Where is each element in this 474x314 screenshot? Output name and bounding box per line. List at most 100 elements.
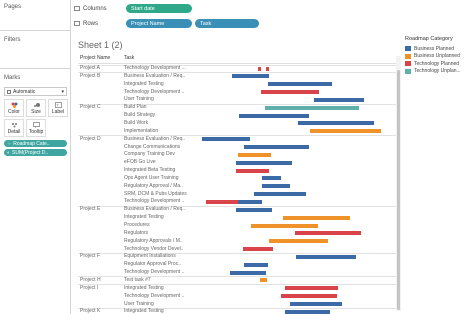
task-cell[interactable]: Implementation [124,128,200,134]
gantt-bar[interactable] [296,254,356,259]
gantt-bar[interactable] [260,278,267,283]
task-cell[interactable]: Technology Vendor Devel.. [124,246,200,252]
gantt-bar[interactable] [265,105,359,110]
task-cell[interactable]: Technology Development .. [124,293,200,299]
roadmap-category-pill[interactable]: ⁘ Roadmap Cate.. [4,140,67,147]
gantt-bar[interactable] [298,121,374,126]
gantt-bar[interactable] [295,231,361,236]
gantt-bar[interactable] [266,66,269,71]
detail-button[interactable]: Detail [4,119,24,137]
task-cell[interactable]: Integrated Testing [124,308,200,314]
gantt-bar[interactable] [262,184,290,189]
gantt-bar[interactable] [281,294,337,299]
task-cell[interactable]: Regulator Approval Proc.. [124,261,200,267]
task-cell[interactable]: Business Evaluation / Req.. [124,136,200,142]
gantt-bar[interactable] [314,97,364,102]
task-cell[interactable]: SRM, DCM & Pubs Updates [124,191,200,197]
pages-card[interactable]: Pages [0,0,71,31]
project-name-cell[interactable]: Project I [80,285,122,291]
project-name-cell[interactable]: Project C [80,104,122,110]
task-cell[interactable]: Build Strategy [124,112,200,118]
legend-item[interactable]: Business Planned [405,45,474,53]
gantt-bar[interactable] [239,113,309,118]
task-pill[interactable]: Task [195,19,259,28]
gantt-bar[interactable] [206,199,239,204]
gantt-bar[interactable] [243,247,273,252]
project-name-cell[interactable]: Project A [80,65,122,71]
project-name-cell[interactable]: Project D [80,136,122,142]
task-cell[interactable]: Regulatory Approval / Ma.. [124,183,200,189]
task-cell[interactable]: Change Communications [124,144,200,150]
project-name-cell[interactable]: Project F [80,253,122,259]
scrollbar-thumb[interactable] [397,70,400,310]
gantt-bar[interactable] [238,199,262,204]
task-cell[interactable]: User Training [124,96,200,102]
gantt-bar[interactable] [244,145,309,149]
task-cell[interactable]: Integrated Testing [124,214,200,220]
project-name-cell[interactable]: Project K [80,308,122,314]
project-name-cell[interactable]: Project B [80,73,122,79]
task-cell[interactable]: Procedures [124,222,200,228]
gantt-bar[interactable] [236,160,292,165]
label-button[interactable]: T Label [48,99,68,117]
gantt-bar[interactable] [236,207,272,212]
gantt-bar[interactable] [202,137,250,142]
task-cell[interactable]: Regulatory Approvals / M.. [124,238,200,244]
project-name-cell[interactable]: Project E [80,206,122,212]
project-name-cell[interactable]: Project H [80,277,122,283]
task-cell[interactable]: User Training [124,301,200,307]
header-task[interactable]: Task [124,55,134,61]
legend-item[interactable]: Technology Planned [405,60,474,68]
tooltip-icon [32,122,40,128]
mark-type-dropdown[interactable]: Automatic ▾ [4,87,67,96]
gantt-bar[interactable] [310,129,381,134]
task-cell[interactable]: Build Plan [124,104,200,110]
project-name-pill[interactable]: Project Name [126,19,192,28]
tooltip-button[interactable]: Tooltip [26,119,46,137]
task-cell[interactable]: Technology Development .. [124,269,200,275]
task-cell[interactable]: Technology Development ... [124,65,200,71]
legend-item[interactable]: Technology Unplan... [405,68,474,76]
gantt-bar[interactable] [230,270,266,275]
task-cell[interactable]: Build Work [124,120,200,126]
gantt-bar[interactable] [269,239,328,244]
task-cell[interactable]: Integrated Testing [124,285,200,291]
task-cell[interactable]: Technology Development .. [124,89,200,95]
gantt-bar[interactable] [285,309,330,314]
gantt-bar[interactable] [236,168,269,173]
gantt-bar[interactable] [290,302,342,306]
legend-item[interactable]: Business Unplanned [405,53,474,61]
gantt-bar[interactable] [238,152,271,157]
gantt-bar[interactable] [283,215,350,220]
gantt-bar[interactable] [262,176,281,181]
filters-card[interactable]: Filters [0,33,71,69]
size-button[interactable]: Size [26,99,46,117]
gantt-bar[interactable] [254,192,306,197]
task-cell[interactable]: Business Evaluation / Req.. [124,206,200,212]
task-cell[interactable]: Integrated Beta Testing [124,167,200,173]
sum-project-duration-pill[interactable]: ◐ SUM(Project D.. [4,149,67,156]
gantt-bar[interactable] [261,90,319,95]
size-icon [33,103,40,107]
gantt-bar[interactable] [258,66,261,71]
gantt-bar[interactable] [232,74,269,79]
gantt-bar[interactable] [244,262,268,267]
task-cell[interactable]: Equipment Installations [124,253,200,259]
gantt-bar[interactable] [268,82,332,87]
start-date-pill[interactable]: Start date [126,4,192,13]
task-cell[interactable]: Test task #7 [124,277,200,283]
gantt-bar[interactable] [285,286,338,291]
vertical-scrollbar[interactable] [396,56,401,311]
task-cell[interactable]: Integrated Testing [124,81,200,87]
task-cell[interactable]: Business Evaluation / Req.. [124,73,200,79]
task-cell[interactable]: eFOB Go Live [124,159,200,165]
color-button[interactable]: Color [4,99,24,117]
task-cell[interactable]: Regulators [124,230,200,236]
columns-shelf[interactable]: Columns Start date [74,3,474,14]
gantt-bar[interactable] [251,223,318,228]
rows-shelf[interactable]: Rows Project Name Task [74,18,474,29]
header-project-name[interactable]: Project Name [80,55,110,61]
task-cell[interactable]: Ops Agent User Training [124,175,200,181]
task-cell[interactable]: Technology Development .. [124,198,200,204]
task-cell[interactable]: Company Training Dev [124,151,200,157]
